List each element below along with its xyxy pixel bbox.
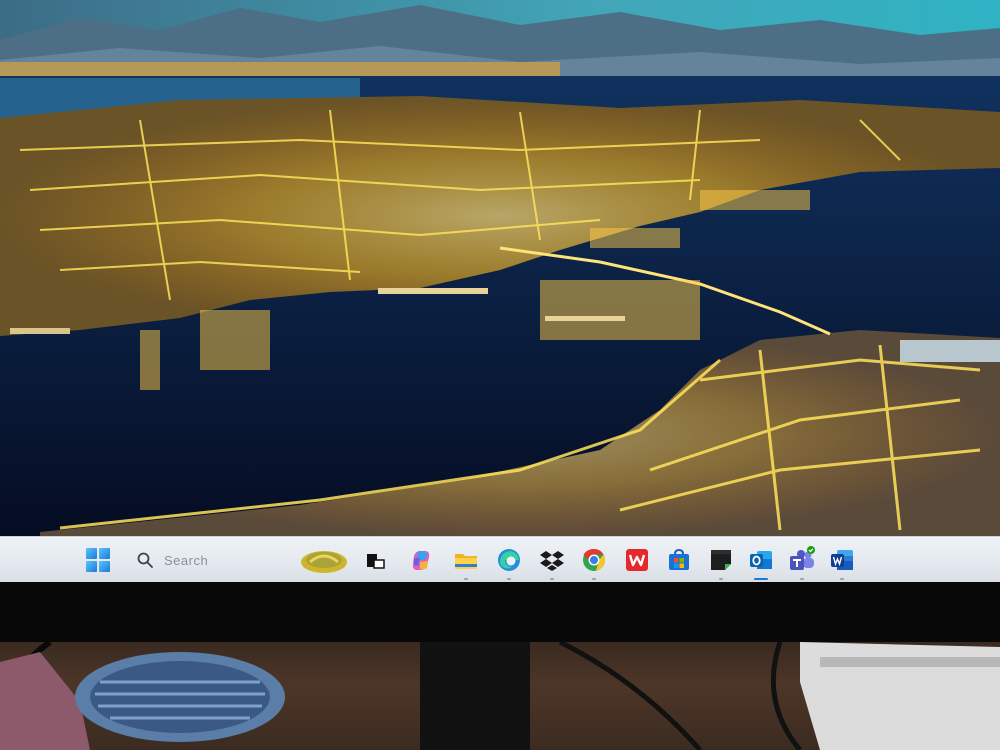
monitor-bezel bbox=[0, 582, 1000, 642]
search-placeholder: Search bbox=[164, 552, 209, 568]
task-view-icon bbox=[367, 554, 385, 569]
widgets-button[interactable] bbox=[300, 546, 348, 574]
dropbox-button[interactable] bbox=[538, 546, 566, 580]
wps-office-icon bbox=[626, 549, 648, 571]
chrome-icon bbox=[583, 548, 605, 571]
taskbar: Search bbox=[0, 536, 1000, 582]
teams-button[interactable] bbox=[788, 546, 816, 580]
edge-icon bbox=[498, 549, 520, 571]
word-button[interactable] bbox=[828, 546, 856, 580]
wallpaper-city-night-image bbox=[0, 0, 1000, 538]
file-explorer-icon bbox=[455, 554, 477, 569]
task-view-button[interactable] bbox=[361, 546, 389, 574]
microsoft-store-button[interactable] bbox=[665, 546, 693, 574]
desk-objects-image bbox=[0, 642, 1000, 750]
running-indicator bbox=[840, 578, 844, 580]
sticky-notes-icon bbox=[711, 550, 731, 570]
search-box[interactable]: Search bbox=[128, 546, 288, 574]
running-indicator bbox=[464, 578, 468, 580]
start-button[interactable] bbox=[86, 548, 110, 572]
microsoft-store-icon bbox=[669, 548, 689, 570]
copilot-button[interactable] bbox=[408, 546, 436, 574]
active-indicator bbox=[754, 578, 768, 580]
copilot-icon bbox=[412, 550, 430, 570]
word-icon bbox=[831, 550, 853, 570]
desktop-wallpaper bbox=[0, 0, 1000, 538]
desk-surface bbox=[0, 642, 1000, 750]
windows-logo-icon bbox=[86, 548, 97, 559]
running-indicator bbox=[719, 578, 723, 580]
teams-icon bbox=[790, 546, 815, 570]
file-explorer-button[interactable] bbox=[452, 546, 480, 580]
running-indicator bbox=[800, 578, 804, 580]
widgets-icon bbox=[301, 551, 347, 573]
dropbox-icon bbox=[540, 551, 564, 571]
outlook-icon bbox=[750, 551, 772, 569]
wps-office-button[interactable] bbox=[623, 546, 651, 574]
edge-button[interactable] bbox=[495, 546, 523, 580]
chrome-button[interactable] bbox=[580, 546, 608, 580]
sticky-notes-button[interactable] bbox=[707, 546, 735, 580]
running-indicator bbox=[507, 578, 511, 580]
search-icon bbox=[137, 552, 153, 568]
running-indicator bbox=[550, 578, 554, 580]
outlook-button[interactable] bbox=[747, 546, 775, 580]
running-indicator bbox=[592, 578, 596, 580]
